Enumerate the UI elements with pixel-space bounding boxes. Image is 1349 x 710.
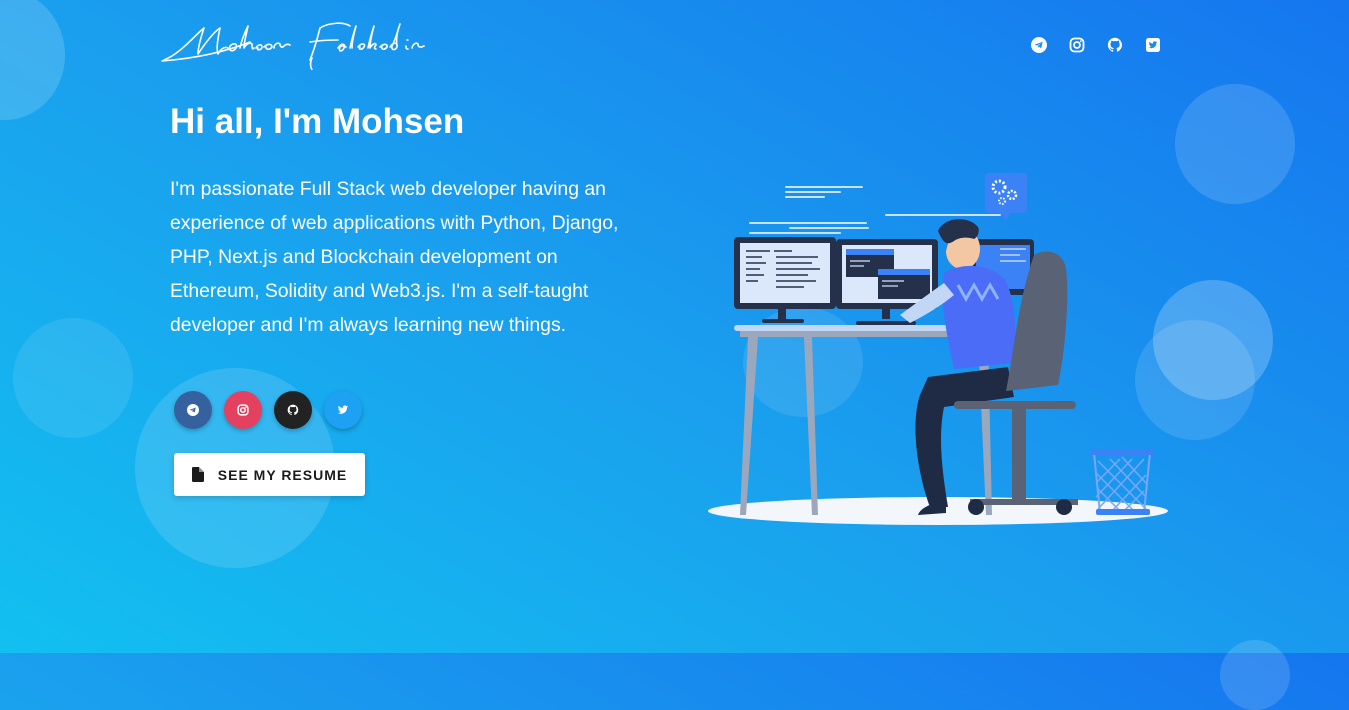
hero-description: I'm passionate Full Stack web developer … — [170, 178, 619, 336]
twitter-button[interactable] — [324, 391, 362, 429]
github-icon[interactable] — [1106, 36, 1124, 54]
github-icon — [287, 404, 299, 416]
instagram-icon — [237, 404, 249, 416]
developer-illustration — [700, 165, 1180, 535]
decor-bubble — [1175, 84, 1295, 204]
decor-bubble — [13, 318, 133, 438]
github-button[interactable] — [274, 391, 312, 429]
decor-bubble — [0, 0, 65, 120]
hero-social-buttons — [174, 391, 362, 429]
logo-signature — [161, 22, 425, 71]
telegram-button[interactable] — [174, 391, 212, 429]
instagram-icon[interactable] — [1068, 36, 1086, 54]
file-icon — [191, 467, 204, 482]
telegram-icon — [187, 404, 199, 416]
instagram-button[interactable] — [224, 391, 262, 429]
decor-bubble — [1220, 640, 1290, 710]
resume-button-label: SEE MY RESUME — [217, 466, 348, 483]
header-social-links — [1030, 36, 1162, 54]
site-logo[interactable] — [160, 14, 430, 71]
twitter-icon — [337, 405, 349, 414]
twitter-icon[interactable] — [1144, 36, 1162, 54]
hero-greeting: Hi all, I'm Mohsen — [170, 102, 465, 141]
telegram-icon[interactable] — [1030, 36, 1048, 54]
see-resume-button[interactable]: SEE MY RESUME — [174, 453, 365, 496]
